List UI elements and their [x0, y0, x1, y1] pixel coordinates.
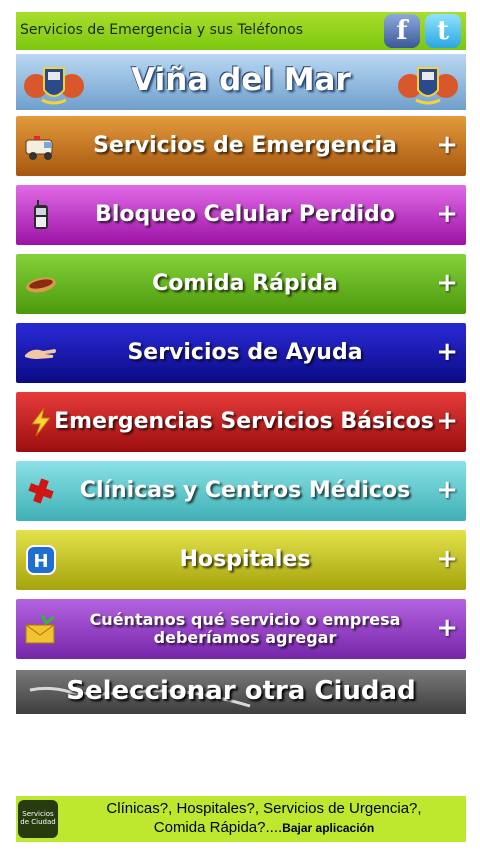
category-suggest-service[interactable]: Cuéntanos qué servicio o empresa debería… [16, 599, 466, 659]
download-app-link[interactable]: Bajar aplicación [282, 821, 374, 835]
coat-of-arms-icon [398, 67, 458, 105]
download-app-banner[interactable]: Servicios de Ciudad Clínicas?, Hospitale… [16, 796, 466, 842]
expand-plus-icon: + [436, 475, 458, 505]
medical-cross-icon [28, 478, 54, 504]
category-clinics-medical-centers[interactable]: Clínicas y Centros Médicos + [16, 461, 466, 521]
helping-hand-icon [25, 349, 56, 359]
facebook-icon[interactable]: f [384, 14, 420, 48]
banner-line-2-text: Comida Rápida?.... [153, 819, 283, 836]
expand-plus-icon: + [436, 337, 458, 367]
lightning-icon [31, 407, 52, 437]
category-label: Cuéntanos qué servicio o empresa debería… [89, 610, 401, 647]
category-label: Clínicas y Centros Médicos [79, 477, 411, 503]
expand-plus-icon: + [436, 130, 458, 160]
expand-plus-icon: + [436, 613, 458, 643]
expand-plus-icon: + [436, 544, 458, 574]
category-label: Comida Rápida [152, 270, 338, 296]
category-fast-food[interactable]: Comida Rápida + [16, 254, 466, 314]
category-help-services[interactable]: Servicios de Ayuda + [16, 323, 466, 383]
banner-line-2: Comida Rápida?....Bajar aplicación [64, 818, 464, 838]
category-label: Emergencias Servicios Básicos [54, 408, 434, 434]
category-label: Hospitales [179, 546, 311, 572]
app-logo: Servicios de Ciudad [18, 800, 58, 838]
header-title: Servicios de Emergencia y sus Teléfonos [20, 22, 304, 38]
category-emergency-services[interactable]: Servicios de Emergencia + [16, 116, 466, 176]
mail-icon [25, 614, 55, 644]
mobile-phone-icon [34, 200, 48, 229]
expand-plus-icon: + [436, 406, 458, 436]
select-city-label: Seleccionar otra Ciudad [66, 676, 416, 706]
select-other-city-button[interactable]: Seleccionar otra Ciudad [16, 670, 466, 714]
twitter-letter: t [436, 16, 449, 46]
category-label: Servicios de Ayuda [127, 339, 363, 365]
expand-plus-icon: + [436, 268, 458, 298]
banner-line-1: Clínicas?, Hospitales?, Servicios de Urg… [106, 800, 422, 817]
category-hospitals[interactable]: H Hospitales + [16, 530, 466, 590]
facebook-letter: f [396, 16, 408, 46]
header-bar: Servicios de Emergencia y sus Teléfonos … [16, 12, 466, 50]
expand-plus-icon: + [436, 199, 458, 229]
category-label: Bloqueo Celular Perdido [95, 201, 395, 227]
hot-dog-icon [26, 277, 56, 293]
city-banner: Viña del Mar [16, 54, 466, 110]
category-label: Servicios de Emergencia [93, 132, 397, 158]
category-lost-phone-block[interactable]: Bloqueo Celular Perdido + [16, 185, 466, 245]
twitter-icon[interactable]: t [425, 14, 461, 48]
hospital-icon: H [26, 545, 56, 575]
ambulance-icon [25, 136, 53, 160]
banner-text: Clínicas?, Hospitales?, Servicios de Urg… [64, 799, 464, 838]
svg-text:H: H [33, 551, 48, 572]
category-basic-services-emergencies[interactable]: Emergencias Servicios Básicos + [16, 392, 466, 452]
